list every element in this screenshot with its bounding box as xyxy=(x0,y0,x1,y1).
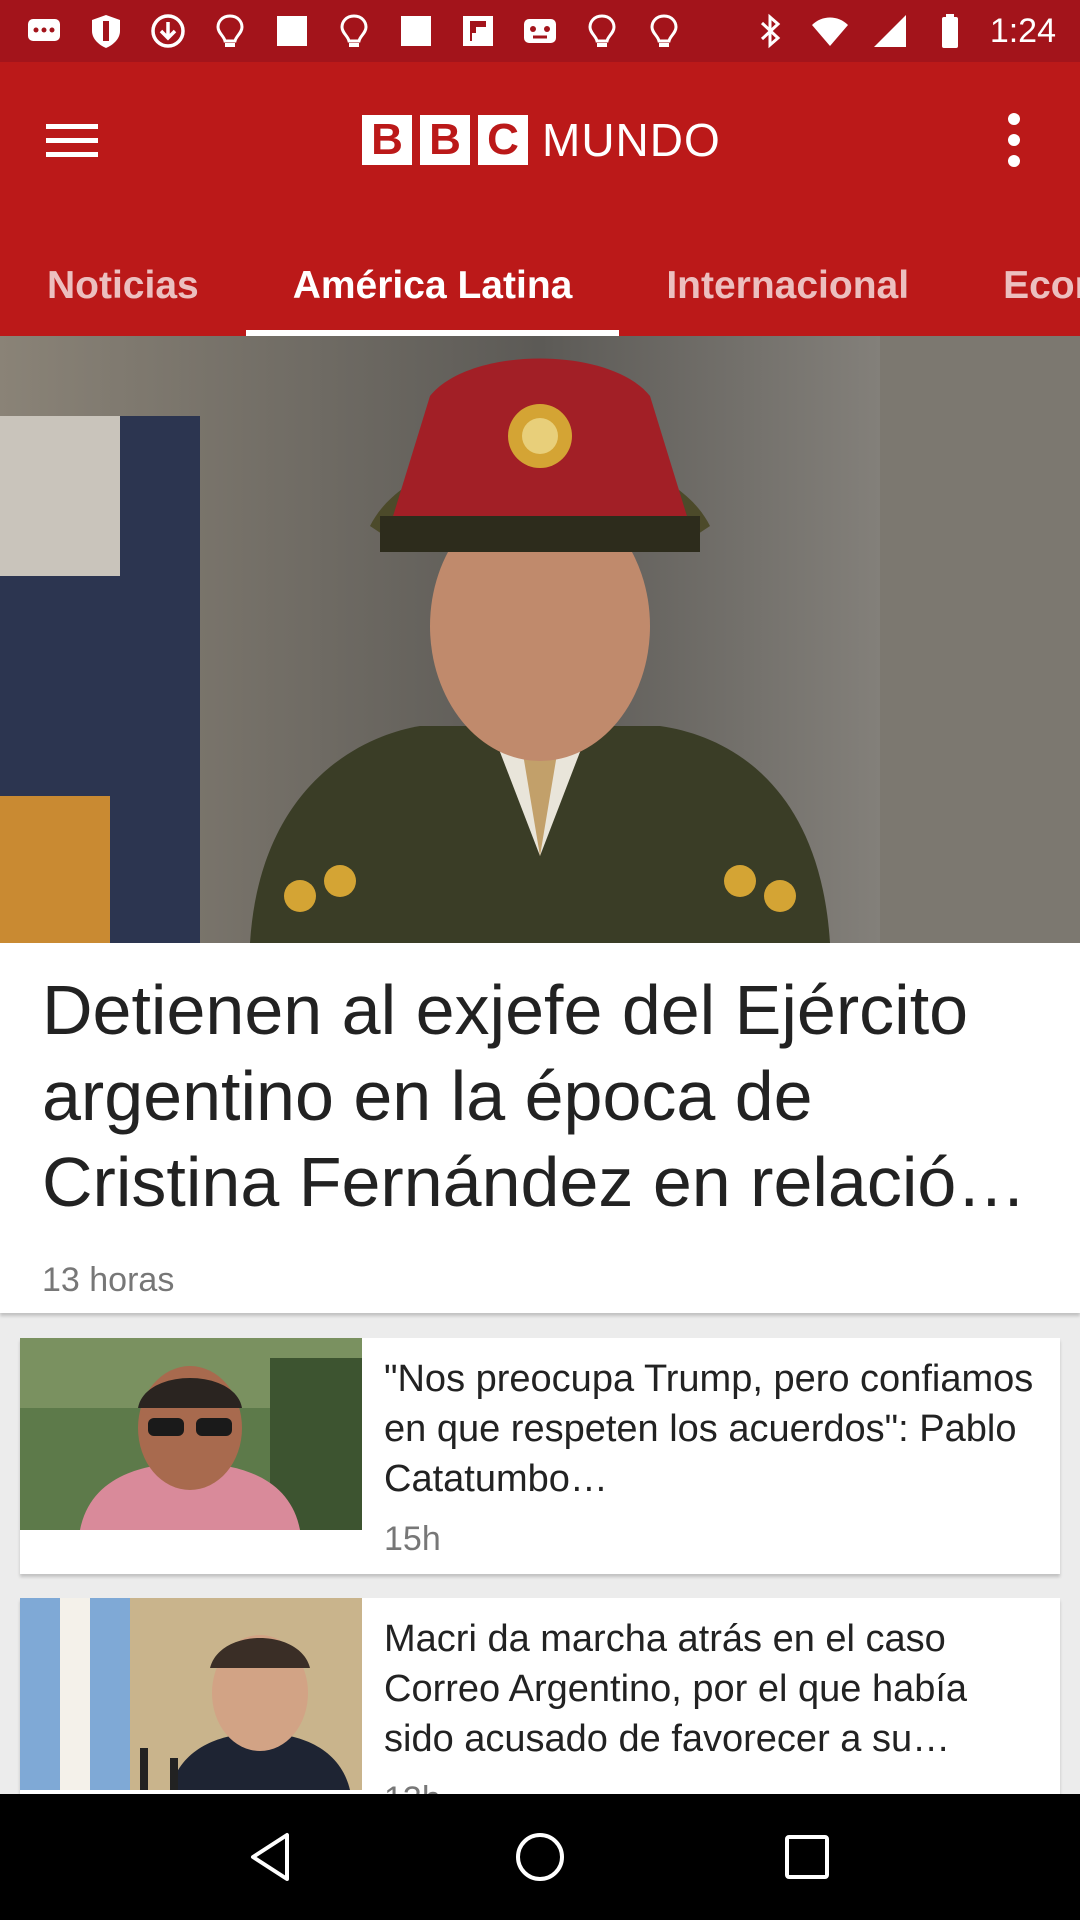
clock: 1:24 xyxy=(989,11,1056,50)
status-bar: 1:24 xyxy=(0,0,1080,62)
square-icon xyxy=(396,11,436,51)
article-title: "Nos preocupa Trump, pero confiamos en q… xyxy=(384,1358,1034,1500)
logo-text: MUNDO xyxy=(542,114,721,166)
back-button[interactable] xyxy=(233,1817,313,1897)
tab-america-latina[interactable]: América Latina xyxy=(245,236,620,336)
logo-letter-b1: B xyxy=(362,115,412,165)
hero-article-title: Detienen al exjefe del Ejército argentin… xyxy=(42,971,1027,1221)
signal-icon xyxy=(870,11,910,51)
bulb-icon xyxy=(334,11,374,51)
tab-internacional[interactable]: Internacional xyxy=(619,236,956,336)
article-thumbnail xyxy=(20,1598,362,1790)
bulb-icon xyxy=(210,11,250,51)
home-button[interactable] xyxy=(500,1817,580,1897)
shield-icon xyxy=(86,11,126,51)
recents-icon xyxy=(784,1835,829,1879)
bulb-icon xyxy=(582,11,622,51)
system-nav-bar xyxy=(0,1794,1080,1920)
app-bar: B B C MUNDO Noticias América Latina Inte… xyxy=(0,62,1080,336)
logo-letter-c: C xyxy=(478,115,528,165)
tab-noticias[interactable]: Noticias xyxy=(0,236,246,336)
hero-article-timestamp: 13 horas xyxy=(42,1261,175,1299)
article-card[interactable]: "Nos preocupa Trump, pero confiamos en q… xyxy=(20,1338,1060,1574)
section-tabs: Noticias América Latina Internacional Ec… xyxy=(0,236,1080,336)
tab-economia[interactable]: Economía xyxy=(956,236,1080,336)
gamepad-icon xyxy=(520,11,560,51)
article-timestamp: 15h xyxy=(384,1520,441,1558)
logo-letter-b2: B xyxy=(420,115,470,165)
flipboard-icon xyxy=(458,11,498,51)
battery-icon xyxy=(930,11,970,51)
square-icon xyxy=(272,11,312,51)
more-vert-icon xyxy=(1008,113,1020,167)
messages-icon xyxy=(24,11,64,51)
article-title: Macri da marcha atrás en el caso Correo … xyxy=(384,1618,968,1760)
notification-icons xyxy=(24,11,750,51)
download-icon xyxy=(148,11,188,51)
home-icon xyxy=(515,1833,564,1881)
hero-article-card[interactable]: Detienen al exjefe del Ejército argentin… xyxy=(0,943,1080,1313)
bluetooth-icon xyxy=(750,11,790,51)
recents-button[interactable] xyxy=(767,1817,847,1897)
hamburger-menu-icon xyxy=(46,124,98,157)
wifi-icon xyxy=(810,11,850,51)
menu-button[interactable] xyxy=(36,104,108,176)
article-thumbnail xyxy=(20,1338,362,1530)
back-icon xyxy=(251,1833,290,1881)
bulb-icon xyxy=(644,11,684,51)
overflow-menu-button[interactable] xyxy=(978,104,1050,176)
hero-image[interactable] xyxy=(0,336,1080,943)
bbc-mundo-logo: B B C MUNDO xyxy=(362,112,721,168)
